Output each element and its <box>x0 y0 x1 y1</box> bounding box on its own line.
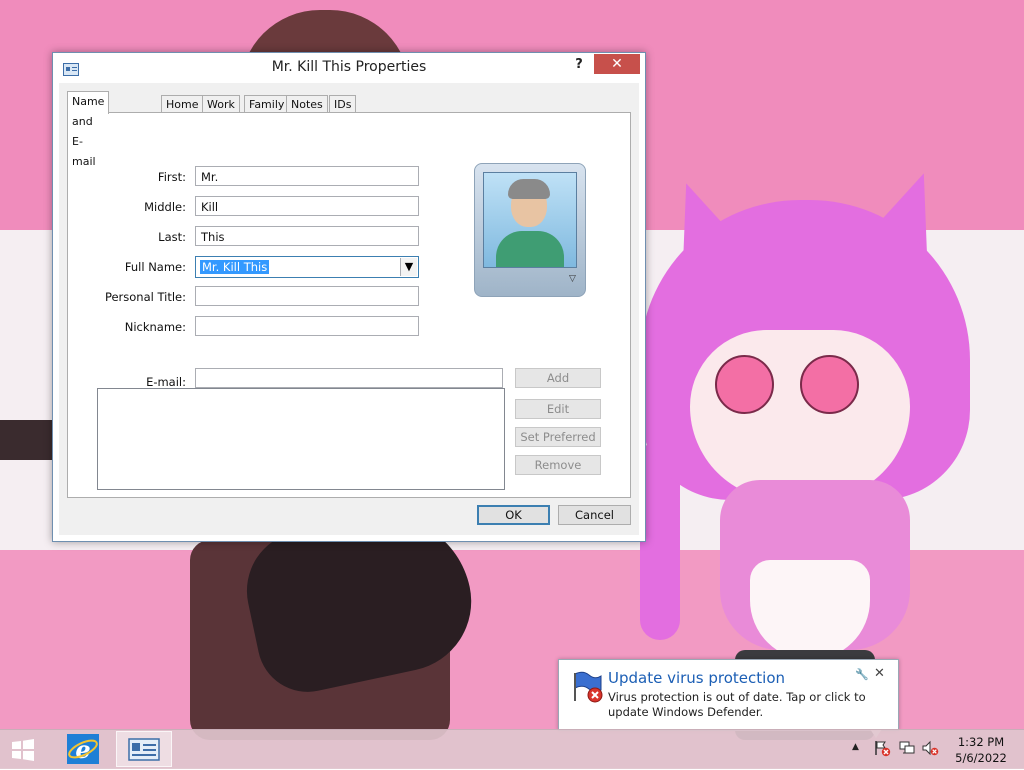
contact-picture <box>483 172 577 268</box>
notification-close-button[interactable]: ✕ <box>874 666 885 681</box>
add-email-button[interactable]: Add <box>515 368 601 388</box>
wallpaper-cat-eye-left <box>715 355 774 414</box>
tab-family[interactable]: Family <box>244 95 290 113</box>
tab-home[interactable]: Home <box>161 95 204 113</box>
email-address-list[interactable] <box>97 388 505 490</box>
notification-body: Virus protection is out of date. Tap or … <box>608 690 866 719</box>
nickname-label: Nickname: <box>124 320 186 334</box>
picture-dropdown-icon[interactable]: ▽ <box>569 274 576 284</box>
taskbar-internet-explorer[interactable]: e <box>56 731 112 767</box>
notification-title: Update virus protection <box>608 669 786 687</box>
contact-card-icon <box>128 738 160 761</box>
last-name-field[interactable]: This <box>195 226 419 246</box>
contact-properties-dialog: Mr. Kill This Properties ? ✕ Name and E-… <box>52 52 646 542</box>
first-label: First: <box>157 170 186 184</box>
nickname-field[interactable] <box>195 316 419 336</box>
wrench-icon[interactable]: 🔧 <box>855 668 869 681</box>
tab-work[interactable]: Work <box>202 95 240 113</box>
clock-time: 1:32 PM <box>957 735 1005 749</box>
middle-label: Middle: <box>144 200 186 214</box>
full-name-combobox[interactable]: Mr. Kill This ▼ <box>195 256 419 278</box>
tab-name-and-email[interactable]: Name and E-mail <box>67 91 110 168</box>
set-preferred-button[interactable]: Set Preferred <box>515 427 601 447</box>
tab-ids[interactable]: IDs <box>329 95 357 113</box>
wallpaper-cat-face <box>690 330 910 500</box>
close-button[interactable]: ✕ <box>594 54 640 74</box>
full-name-label: Full Name: <box>124 260 186 274</box>
tab-notes[interactable]: Notes <box>286 95 328 113</box>
personal-title-field[interactable] <box>195 286 419 306</box>
taskbar: e ▲ 1:32 PM 5/6/2022 <box>0 729 1024 769</box>
taskbar-clock[interactable]: 1:32 PM 5/6/2022 <box>953 734 1009 766</box>
defender-warning-icon <box>574 671 603 703</box>
dialog-title: Mr. Kill This Properties <box>271 59 427 75</box>
dialog-body: Name and E-mail Home Work Family Notes I… <box>59 83 639 535</box>
wallpaper-cat-eye-right <box>800 355 859 414</box>
person-icon-hair <box>508 179 550 199</box>
svg-text:e: e <box>75 735 90 764</box>
name-and-email-panel: First: Mr. Middle: Kill Last: This Full … <box>67 112 631 498</box>
network-icon[interactable] <box>898 739 916 757</box>
dialog-titlebar[interactable]: Mr. Kill This Properties ? ✕ <box>53 53 645 83</box>
email-field[interactable] <box>195 368 503 388</box>
personal-title-label: Personal Title: <box>104 290 186 304</box>
show-hidden-icons-icon[interactable]: ▲ <box>852 742 859 752</box>
action-center-flag-icon[interactable] <box>873 739 891 757</box>
wallpaper-guitar-neck <box>0 420 60 460</box>
first-name-field[interactable]: Mr. <box>195 166 419 186</box>
person-icon-body <box>496 231 564 267</box>
help-button[interactable]: ? <box>567 55 591 75</box>
windows-start-icon[interactable] <box>6 735 40 765</box>
edit-email-button[interactable]: Edit <box>515 399 601 419</box>
chevron-down-icon[interactable]: ▼ <box>400 258 417 276</box>
volume-muted-icon[interactable] <box>921 739 939 757</box>
last-label: Last: <box>158 230 186 244</box>
clock-date: 5/6/2022 <box>955 751 1007 765</box>
ok-button[interactable]: OK <box>477 505 550 525</box>
full-name-selected-text: Mr. Kill This <box>200 260 270 274</box>
taskbar-contacts-window[interactable] <box>116 731 172 767</box>
virus-protection-notification[interactable]: Update virus protection Virus protection… <box>558 659 899 738</box>
contact-picture-button[interactable]: ▽ <box>474 163 586 297</box>
remove-email-button[interactable]: Remove <box>515 455 601 475</box>
middle-name-field[interactable]: Kill <box>195 196 419 216</box>
cancel-button[interactable]: Cancel <box>558 505 631 525</box>
internet-explorer-icon: e <box>67 734 99 764</box>
email-label: E-mail: <box>146 375 186 389</box>
